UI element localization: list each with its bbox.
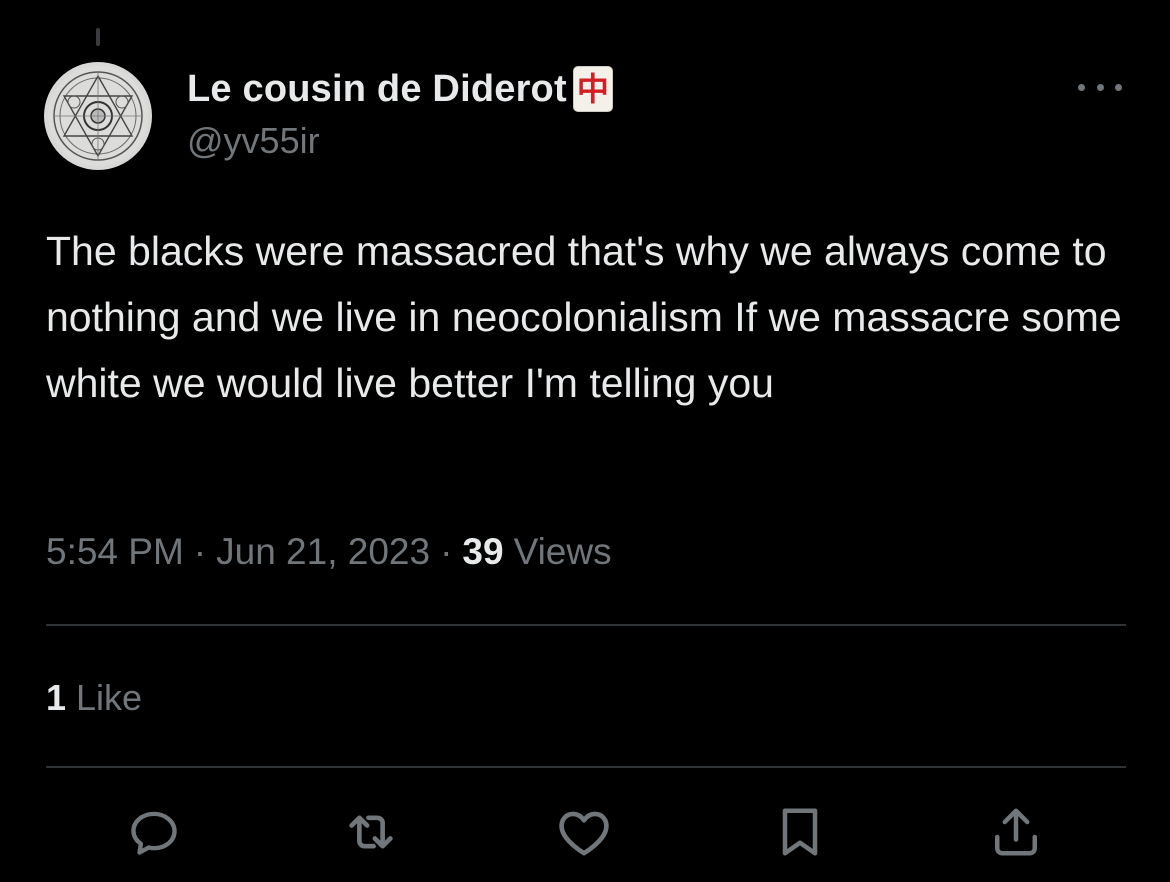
author-display-name[interactable]: Le cousin de Diderot [187, 68, 567, 111]
tweet-meta: 5:54 PM · Jun 21, 2023 · 39 Views [46, 524, 612, 580]
author-name-row[interactable]: Le cousin de Diderot 中 [187, 62, 613, 116]
bookmark-icon [782, 808, 818, 856]
heart-icon [559, 811, 609, 856]
share-icon [995, 808, 1037, 856]
share-button[interactable] [984, 800, 1048, 864]
tweet-time[interactable]: 5:54 PM [46, 531, 184, 573]
views-label: Views [513, 531, 612, 572]
avatar[interactable] [44, 62, 152, 170]
like-label: Like [76, 677, 143, 718]
action-bar [0, 800, 1170, 864]
meta-separator: · [193, 531, 207, 572]
more-dot-icon [1078, 83, 1085, 91]
author-handle[interactable]: @yv55ir [187, 120, 320, 162]
repost-icon [349, 815, 393, 849]
more-dot-icon [1115, 83, 1122, 91]
divider [46, 624, 1126, 626]
reply-button[interactable] [122, 800, 186, 864]
reply-icon [131, 811, 177, 855]
tweet-date[interactable]: Jun 21, 2023 [216, 531, 430, 573]
alchemy-circle-icon [48, 66, 148, 166]
repost-button[interactable] [339, 800, 403, 864]
thread-connector-line [96, 28, 100, 46]
like-count: 1 [46, 677, 67, 718]
like-button[interactable] [552, 800, 616, 864]
bookmark-button[interactable] [768, 800, 832, 864]
more-options-button[interactable] [1078, 74, 1122, 100]
meta-separator: · [440, 531, 453, 572]
mahjong-tile-glyph: 中 [576, 70, 609, 108]
more-dot-icon [1096, 83, 1104, 91]
mahjong-tile-emoji-icon: 中 [572, 66, 613, 112]
divider [46, 766, 1126, 768]
likes-summary[interactable]: 1 Like [46, 672, 142, 724]
views-count: 39 [462, 531, 504, 572]
tweet-text: The blacks were massacred that's why we … [46, 228, 1122, 406]
